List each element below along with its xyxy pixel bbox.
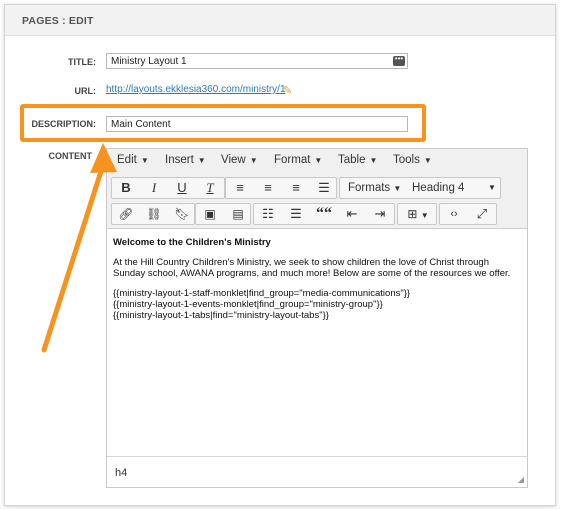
caret-down-icon: ▼ bbox=[314, 156, 323, 165]
menu-tools[interactable]: Tools ▼ bbox=[393, 154, 432, 166]
bookmark-icon[interactable]: 🔖︎ bbox=[168, 204, 196, 224]
rich-text-editor[interactable]: Edit ▼ Insert ▼ View ▼ Format ▼ Table ▼ Tools… bbox=[106, 148, 528, 488]
bold-button[interactable]: B bbox=[112, 178, 140, 198]
bullet-list-icon[interactable]: ☷ bbox=[254, 204, 282, 224]
content-label: CONTENT bbox=[48, 151, 93, 161]
description-field[interactable]: Main Content bbox=[106, 116, 408, 132]
title-value: Ministry Layout 1 bbox=[111, 56, 187, 67]
align-group: ≡ ≡ ≡ ☰ bbox=[225, 177, 337, 199]
text-style-group: B I U T bbox=[111, 177, 225, 199]
editor-content[interactable]: Welcome to the Children's Ministry At th… bbox=[113, 237, 521, 321]
code-line: {{ministry-layout-1-events-monklet|find_… bbox=[113, 299, 383, 310]
image-icon[interactable]: ▣ bbox=[196, 204, 224, 224]
media-group: ▣ ▤ bbox=[195, 203, 251, 225]
ellipsis-icon[interactable]: ••• bbox=[393, 55, 405, 66]
table-icon[interactable]: ⊞ ▼ bbox=[398, 204, 438, 224]
editor-statusbar: h4 ◢ bbox=[107, 456, 527, 487]
underline-button[interactable]: U bbox=[168, 178, 196, 198]
link-icon[interactable]: 🔗︎ bbox=[112, 204, 140, 224]
url-label: URL: bbox=[74, 86, 97, 96]
caret-down-icon: ▼ bbox=[140, 156, 149, 165]
menu-table[interactable]: Table ▼ bbox=[338, 154, 377, 166]
title-label: TITLE: bbox=[68, 57, 96, 67]
editor-toolbar: B I U T ≡ ≡ ≡ ☰ Formats ▼ Heading 4 ▼ 🔗︎… bbox=[107, 173, 527, 229]
align-left-icon[interactable]: ≡ bbox=[226, 178, 254, 198]
panel-header: PAGES : EDIT bbox=[5, 5, 555, 36]
content-paragraph: At the Hill Country Children's Ministry,… bbox=[113, 257, 511, 279]
indent-icon[interactable]: ⇥ bbox=[366, 204, 394, 224]
code-line: {{ministry-layout-1-staff-monklet|find_g… bbox=[113, 288, 411, 299]
url-link[interactable]: http://layouts.ekklesia360.com/ministry/… bbox=[106, 84, 286, 95]
menu-view[interactable]: View ▼ bbox=[221, 154, 258, 166]
caret-down-icon: ▼ bbox=[393, 184, 402, 193]
description-label: DESCRIPTION: bbox=[31, 119, 96, 129]
clear-format-button[interactable]: T bbox=[196, 178, 224, 198]
align-justify-icon[interactable]: ☰ bbox=[310, 178, 338, 198]
resize-grip-icon[interactable]: ◢ bbox=[518, 475, 524, 484]
editor-menubar: Edit ▼ Insert ▼ View ▼ Format ▼ Table ▼ Tools… bbox=[107, 149, 527, 174]
caret-down-icon: ▼ bbox=[420, 211, 429, 220]
link-group: 🔗︎ ⛓︎ 🔖︎ bbox=[111, 203, 195, 225]
fullscreen-icon[interactable]: ⤢ bbox=[468, 204, 496, 224]
content-heading: Welcome to the Children's Ministry bbox=[113, 237, 271, 248]
blockquote-button[interactable]: ““ bbox=[310, 204, 338, 224]
caret-down-icon[interactable]: ▼ bbox=[488, 178, 496, 198]
block-format-dropdown[interactable]: Heading 4 bbox=[412, 178, 464, 198]
element-path[interactable]: h4 bbox=[115, 467, 127, 479]
menu-edit[interactable]: Edit ▼ bbox=[117, 154, 149, 166]
format-select-group: Formats ▼ Heading 4 ▼ bbox=[339, 177, 501, 199]
video-icon[interactable]: ▤ bbox=[224, 204, 252, 224]
caret-down-icon: ▼ bbox=[249, 156, 258, 165]
italic-button[interactable]: I bbox=[140, 178, 168, 198]
outdent-icon[interactable]: ⇤ bbox=[338, 204, 366, 224]
panel-title: PAGES : EDIT bbox=[22, 15, 94, 27]
caret-down-icon: ▼ bbox=[423, 156, 432, 165]
menu-format[interactable]: Format ▼ bbox=[274, 154, 322, 166]
code-group: ‹› ⤢ bbox=[439, 203, 497, 225]
caret-down-icon: ▼ bbox=[369, 156, 378, 165]
menu-insert[interactable]: Insert ▼ bbox=[165, 154, 206, 166]
title-field[interactable]: Ministry Layout 1 ••• bbox=[106, 53, 408, 69]
pencil-icon[interactable]: ✎ bbox=[283, 84, 292, 97]
formats-dropdown[interactable]: Formats ▼ bbox=[348, 178, 401, 198]
unlink-icon[interactable]: ⛓︎ bbox=[140, 204, 168, 224]
list-group: ☷ ☰ ““ ⇤ ⇥ bbox=[253, 203, 395, 225]
numbered-list-icon[interactable]: ☰ bbox=[282, 204, 310, 224]
caret-down-icon: ▼ bbox=[197, 156, 206, 165]
code-line: {{ministry-layout-1-tabs|find="ministry-… bbox=[113, 310, 329, 321]
description-value: Main Content bbox=[111, 119, 171, 130]
table-group: ⊞ ▼ bbox=[397, 203, 437, 225]
align-right-icon[interactable]: ≡ bbox=[282, 178, 310, 198]
align-center-icon[interactable]: ≡ bbox=[254, 178, 282, 198]
source-code-icon[interactable]: ‹› bbox=[440, 204, 468, 224]
